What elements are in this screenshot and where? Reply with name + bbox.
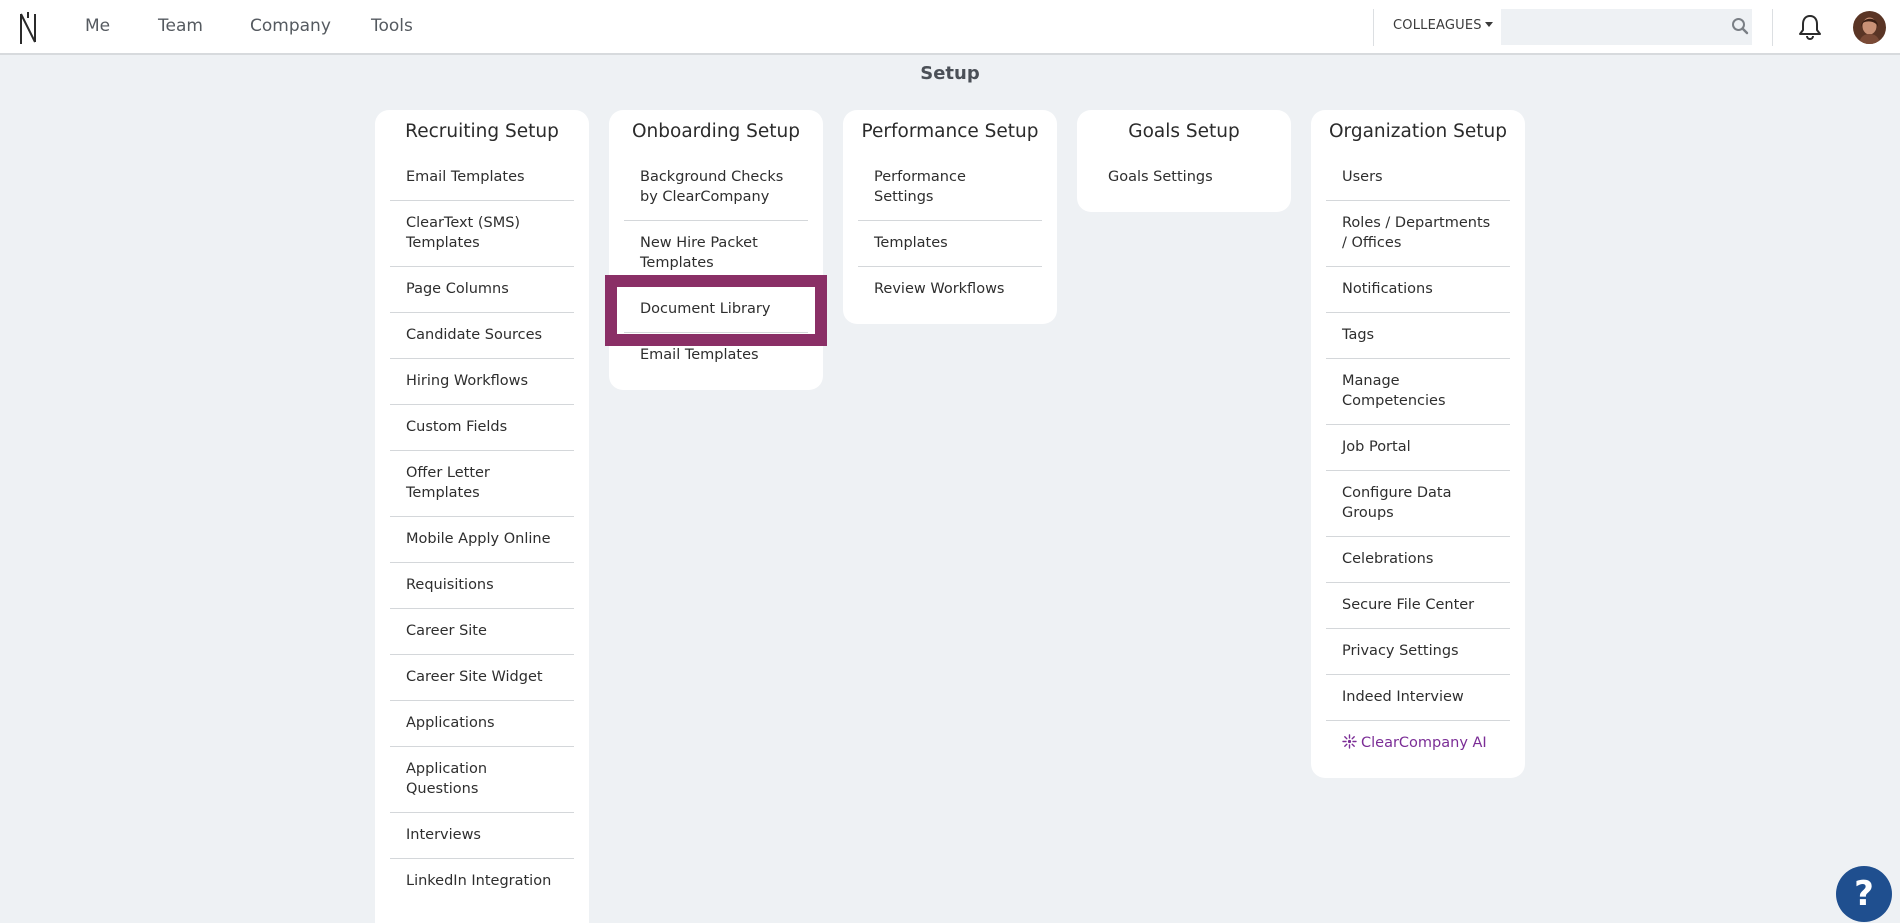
card-title: Performance Setup (861, 121, 1039, 142)
list-item-clearcompany-ai[interactable]: ClearCompany AI (1326, 721, 1510, 766)
list-item-application-questions[interactable]: Application Questions (390, 747, 574, 813)
nav-tools[interactable]: Tools (371, 16, 413, 36)
list-item-requisitions[interactable]: Requisitions (390, 563, 574, 609)
card-title: Recruiting Setup (405, 121, 559, 142)
onboarding-setup-list: Background Checks by ClearCompany New Hi… (605, 155, 827, 378)
list-item-celebrations[interactable]: Celebrations (1326, 537, 1510, 583)
list-item-goals-settings[interactable]: Goals Settings (1092, 155, 1276, 200)
list-item-page-columns[interactable]: Page Columns (390, 267, 574, 313)
divider (1373, 9, 1374, 46)
list-item-candidate-sources[interactable]: Candidate Sources (390, 313, 574, 359)
list-item-label: ClearCompany AI (1361, 735, 1487, 751)
list-item-templates[interactable]: Templates (858, 221, 1042, 267)
goals-setup-card: Goals Setup Goals Settings (1077, 110, 1291, 212)
nav-me[interactable]: Me (85, 16, 110, 36)
page-title: Setup (920, 63, 980, 84)
list-item-job-portal[interactable]: Job Portal (1326, 425, 1510, 471)
bell-icon[interactable] (1796, 13, 1824, 41)
list-item-custom-fields[interactable]: Custom Fields (390, 405, 574, 451)
list-item-background-checks[interactable]: Background Checks by ClearCompany (624, 155, 808, 221)
list-item-performance-settings[interactable]: Performance Settings (858, 155, 1042, 221)
list-item-tags[interactable]: Tags (1326, 313, 1510, 359)
card-title: Onboarding Setup (631, 121, 801, 142)
list-item-new-hire-packet-templates[interactable]: New Hire Packet Templates (624, 221, 808, 287)
list-item-manage-competencies[interactable]: Manage Competencies (1326, 359, 1510, 425)
search-input[interactable] (1501, 9, 1752, 45)
list-item-linkedin-integration[interactable]: LinkedIn Integration (390, 859, 574, 904)
list-item-career-site[interactable]: Career Site (390, 609, 574, 655)
performance-setup-list: Performance Settings Templates Review Wo… (858, 155, 1042, 312)
brand-logo-icon[interactable] (18, 10, 40, 46)
onboarding-setup-card: Onboarding Setup Background Checks by Cl… (605, 110, 827, 390)
recruiting-setup-card: Recruiting Setup Email Templates ClearTe… (375, 110, 589, 923)
recruiting-setup-list: Email Templates ClearText (SMS) Template… (390, 155, 574, 904)
list-item-notifications[interactable]: Notifications (1326, 267, 1510, 313)
list-item-interviews[interactable]: Interviews (390, 813, 574, 859)
organization-setup-list: Users Roles / Departments / Offices Noti… (1326, 155, 1510, 766)
list-item-mobile-apply-online[interactable]: Mobile Apply Online (390, 517, 574, 563)
colleagues-label: COLLEAGUES (1393, 18, 1482, 33)
nav-company[interactable]: Company (250, 16, 331, 36)
organization-setup-card: Organization Setup Users Roles / Departm… (1311, 110, 1525, 778)
list-item-applications[interactable]: Applications (390, 701, 574, 747)
list-item-email-templates[interactable]: Email Templates (390, 155, 574, 201)
list-item-configure-data-groups[interactable]: Configure Data Groups (1326, 471, 1510, 537)
divider (1772, 9, 1773, 46)
list-item-users[interactable]: Users (1326, 155, 1510, 201)
help-icon[interactable]: ? (1836, 866, 1892, 922)
list-item-document-library[interactable]: Document Library (605, 275, 827, 346)
colleagues-dropdown[interactable]: COLLEAGUES (1393, 18, 1493, 33)
avatar[interactable] (1853, 11, 1886, 44)
list-item-cleartext-templates[interactable]: ClearText (SMS) Templates (390, 201, 574, 267)
search-icon[interactable] (1731, 17, 1749, 35)
list-item-roles-departments-offices[interactable]: Roles / Departments / Offices (1326, 201, 1510, 267)
performance-setup-card: Performance Setup Performance Settings T… (843, 110, 1057, 324)
top-navigation-bar: Me Team Company Tools COLLEAGUES (0, 0, 1900, 55)
list-item-email-templates[interactable]: Email Templates (624, 333, 808, 378)
list-item-career-site-widget[interactable]: Career Site Widget (390, 655, 574, 701)
list-item-privacy-settings[interactable]: Privacy Settings (1326, 629, 1510, 675)
goals-setup-list: Goals Settings (1092, 155, 1276, 200)
list-item-secure-file-center[interactable]: Secure File Center (1326, 583, 1510, 629)
nav-team[interactable]: Team (158, 16, 203, 36)
sparkle-icon (1342, 734, 1357, 749)
list-item-label: Document Library (640, 301, 771, 317)
list-item-review-workflows[interactable]: Review Workflows (858, 267, 1042, 312)
list-item-indeed-interview[interactable]: Indeed Interview (1326, 675, 1510, 721)
caret-down-icon (1484, 22, 1493, 27)
list-item-hiring-workflows[interactable]: Hiring Workflows (390, 359, 574, 405)
list-item-offer-letter-templates[interactable]: Offer Letter Templates (390, 451, 574, 517)
card-title: Goals Setup (1128, 121, 1240, 142)
card-title: Organization Setup (1329, 121, 1507, 142)
